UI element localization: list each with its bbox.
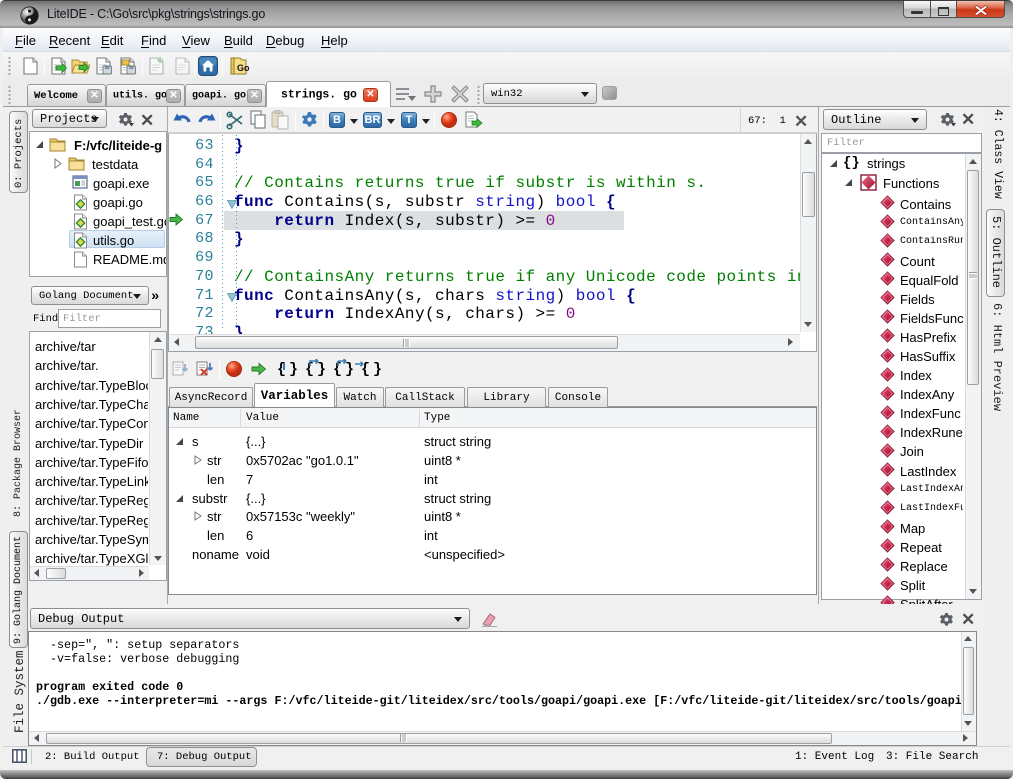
svg-text:Go: Go xyxy=(237,63,249,73)
